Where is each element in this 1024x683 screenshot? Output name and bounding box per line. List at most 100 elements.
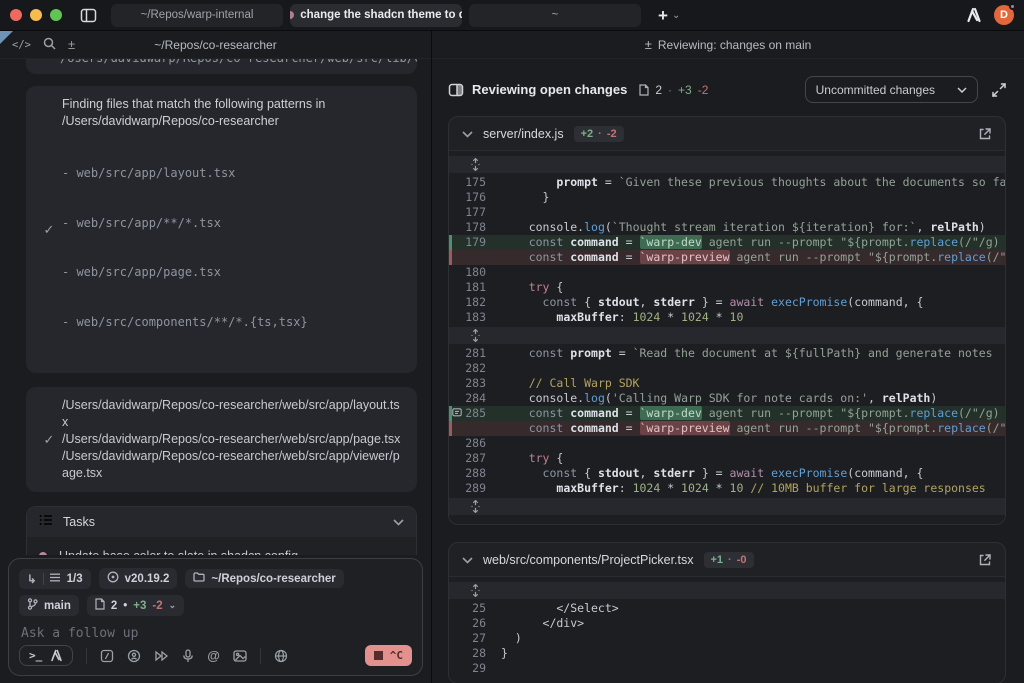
code-block-icon[interactable]	[100, 649, 114, 663]
steps-pill[interactable]: ↳ 1/3	[19, 569, 91, 589]
expand-hunk-button[interactable]	[449, 327, 1005, 344]
composer[interactable]: ↳ 1/3	[8, 558, 423, 676]
code-text	[501, 361, 1005, 376]
terminal-prompt-icon: >_	[29, 649, 42, 662]
review-additions: +3	[678, 83, 692, 97]
microphone-icon[interactable]	[182, 649, 194, 663]
tab-label: change the shadcn theme to d	[300, 9, 462, 21]
runtime-pill[interactable]: v20.19.2	[99, 568, 178, 589]
right-pane-header: ± Reviewing: changes on main	[432, 31, 1024, 59]
line-number	[449, 250, 501, 265]
code-line: 175 prompt = `Given these previous thoug…	[449, 175, 1005, 190]
presence-dot	[1009, 3, 1016, 10]
code-line: 282	[449, 361, 1005, 376]
line-number: 284	[449, 391, 501, 406]
clipped-path-text: /Users/davidwarp/Repos/co-researcher/web…	[60, 59, 403, 65]
check-icon: ✓	[36, 96, 62, 363]
dot-separator: ·	[668, 83, 672, 97]
code-line: 180	[449, 265, 1005, 280]
chevron-down-icon[interactable]	[393, 513, 404, 531]
code-line: 287 try {	[449, 451, 1005, 466]
globe-icon[interactable]	[274, 649, 288, 663]
open-external-icon[interactable]	[978, 127, 992, 141]
chevron-down-icon[interactable]	[462, 551, 473, 569]
code-line: 181 try {	[449, 280, 1005, 295]
code-line: 27 )	[449, 631, 1005, 646]
input-mode-toggle[interactable]: >_	[19, 645, 73, 666]
code-blocks-icon[interactable]: </>	[12, 39, 31, 51]
code-text: const { stdout, stderr } = await execPro…	[501, 295, 1005, 310]
diff-stats-badge: +2·-2	[574, 126, 624, 142]
finding-files-card[interactable]: ✓ Finding files that match the following…	[26, 86, 417, 373]
follow-up-input[interactable]: Ask a follow up	[21, 626, 410, 641]
diff-stats-badge: +1·-0	[704, 552, 754, 568]
task-item[interactable]: Update base color to slate in shadcn con…	[27, 542, 416, 555]
user-avatar[interactable]: D	[994, 5, 1014, 25]
fast-forward-icon[interactable]	[154, 650, 169, 662]
matched-files-card[interactable]: ✓ /Users/davidwarp/Repos/co-researcher/w…	[26, 387, 417, 492]
code-line: const command = `warp-preview agent run …	[449, 250, 1005, 265]
expand-hunk-button[interactable]	[449, 498, 1005, 515]
review-deletions: -2	[698, 83, 709, 97]
code-text: const { stdout, stderr } = await execPro…	[501, 466, 1005, 481]
tab-warp-internal[interactable]: ~/Repos/warp-internal	[111, 4, 283, 27]
diff-deletions: -2	[607, 128, 617, 140]
dot-separator: ·	[728, 554, 732, 566]
expand-hunk-button[interactable]	[449, 156, 1005, 173]
attach-image-icon[interactable]	[233, 650, 247, 662]
agent-profile-icon[interactable]	[127, 649, 141, 663]
task-list-icon	[39, 513, 53, 531]
code-text: const command = `warp-dev agent run --pr…	[501, 235, 1005, 250]
task-label: Update base color to slate in shadcn con…	[59, 549, 298, 555]
code-line: 176 }	[449, 190, 1005, 205]
code-block: 175 prompt = `Given these previous thoug…	[449, 150, 1005, 524]
tab-list-chevron-icon[interactable]: ⌄	[672, 10, 680, 21]
review-panel-icon	[448, 83, 464, 97]
comment-icon[interactable]	[452, 407, 462, 422]
mention-icon[interactable]: @	[207, 648, 220, 663]
chevron-down-icon[interactable]	[462, 125, 473, 143]
code-text	[501, 661, 1005, 676]
line-number: 26	[449, 616, 501, 631]
node-version-icon	[107, 571, 119, 586]
line-number: 283	[449, 376, 501, 391]
stop-icon	[374, 651, 383, 660]
agent-conversation: /Users/davidwarp/Repos/co-researcher/web…	[0, 59, 431, 555]
close-window-button[interactable]	[10, 9, 22, 21]
line-number: 177	[449, 205, 501, 220]
expand-hunk-button[interactable]	[449, 582, 1005, 599]
tab-shadcn-theme[interactable]: change the shadcn theme to d	[290, 4, 462, 27]
search-icon[interactable]	[43, 37, 56, 53]
changes-scope-select[interactable]: Uncommitted changes	[805, 76, 978, 103]
diff-icon[interactable]: ±	[68, 37, 75, 52]
diff-card-header[interactable]: server/index.js+2·-2	[449, 117, 1005, 150]
tab-home[interactable]: ~	[469, 4, 641, 27]
tasks-header[interactable]: Tasks	[27, 507, 416, 537]
sidebar-toggle-icon[interactable]	[80, 8, 97, 23]
code-text: try {	[501, 451, 1005, 466]
changes-pill[interactable]: 2 • +3 -2 ⌄	[87, 595, 184, 616]
line-number: 183	[449, 310, 501, 325]
clipped-output-card: /Users/davidwarp/Repos/co-researcher/web…	[26, 59, 417, 74]
code-text: )	[501, 631, 1005, 646]
branch-pill[interactable]: main	[19, 595, 79, 616]
minimize-window-button[interactable]	[30, 9, 42, 21]
diff-card-header[interactable]: web/src/components/ProjectPicker.tsx +1·-…	[449, 543, 1005, 576]
cwd-pill[interactable]: ~/Repos/co-researcher	[185, 569, 343, 588]
code-line: 25 </Select>	[449, 601, 1005, 616]
code-line: 286	[449, 436, 1005, 451]
file-icon	[95, 598, 105, 613]
warp-logo-icon	[966, 7, 982, 23]
branch-name: main	[44, 600, 71, 612]
open-external-icon[interactable]	[978, 553, 992, 567]
expand-panel-icon[interactable]	[992, 83, 1006, 97]
review-file-count: 2	[655, 83, 662, 97]
code-text: </div>	[501, 616, 1005, 631]
code-line: 28}	[449, 646, 1005, 661]
stop-button[interactable]: ^C	[365, 645, 412, 666]
code-text: maxBuffer: 1024 * 1024 * 10	[501, 310, 1005, 325]
zoom-window-button[interactable]	[50, 9, 62, 21]
tasks-panel: Tasks Update base color to slate in shad…	[26, 506, 417, 555]
new-tab-button[interactable]: +	[658, 7, 668, 24]
diff-file-name: web/src/components/ProjectPicker.tsx	[483, 553, 694, 567]
